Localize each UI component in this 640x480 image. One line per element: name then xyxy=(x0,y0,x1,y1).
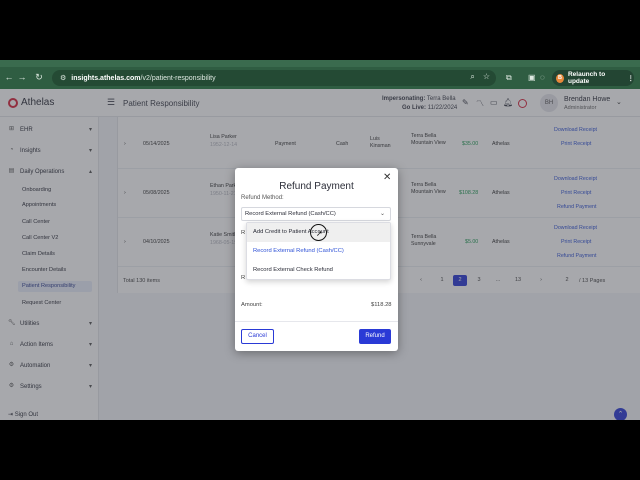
relaunch-label: Relaunch to update xyxy=(567,71,606,85)
refund-button[interactable]: Refund xyxy=(359,329,391,344)
zoom-icon[interactable]: ⌕ xyxy=(470,72,474,82)
refund-method-label: Refund Method: xyxy=(241,195,284,201)
url-host: insights.athelas.com xyxy=(71,74,141,82)
browser-tabstrip xyxy=(0,60,640,67)
browser-toolbar: ← → ↻ ⚙ insights.athelas.com/v2/patient-… xyxy=(0,67,640,89)
hidden-field-label-fragment: R xyxy=(241,275,246,281)
screen: ← → ↻ ⚙ insights.athelas.com/v2/patient-… xyxy=(0,60,640,420)
profile-badge: B xyxy=(556,73,564,83)
refund-method-select[interactable]: Record External Refund (Cash/CC) ⌄ xyxy=(241,207,391,221)
site-info-icon[interactable]: ⚙ xyxy=(60,74,66,82)
modal-divider xyxy=(235,321,398,322)
option-external-refund-cash-cc[interactable]: Record External Refund (Cash/CC) xyxy=(247,242,390,261)
back-icon[interactable]: ← xyxy=(2,72,16,82)
forward-icon[interactable]: → xyxy=(15,72,29,82)
profile-icon[interactable]: ◌ xyxy=(540,73,545,82)
refund-method-value: Record External Refund (Cash/CC) xyxy=(245,211,336,217)
extensions-icon[interactable]: ⧉ xyxy=(506,73,512,83)
menu-dots-icon[interactable]: ⋮ xyxy=(628,74,635,82)
hidden-field-label-fragment: R xyxy=(241,230,246,236)
reload-icon[interactable]: ↻ xyxy=(32,72,46,83)
url-path: /v2/patient-responsibility xyxy=(140,74,216,82)
sidepanel-icon[interactable]: ▣ xyxy=(528,73,536,82)
cancel-button[interactable]: Cancel xyxy=(241,329,274,344)
option-external-check-refund[interactable]: Record External Check Refund xyxy=(247,261,390,280)
url-bar[interactable]: ⚙ insights.athelas.com/v2/patient-respon… xyxy=(52,70,496,86)
chevron-down-icon: ⌄ xyxy=(379,211,385,217)
bookmark-star-icon[interactable]: ☆ xyxy=(483,72,490,82)
relaunch-button[interactable]: B Relaunch to update ⋮ xyxy=(552,70,634,86)
modal-title: Refund Payment xyxy=(279,181,354,192)
amount-label: Amount: xyxy=(241,302,263,308)
amount-value: $118.28 xyxy=(371,302,392,308)
mouse-pointer-icon: ➚ xyxy=(316,229,323,238)
